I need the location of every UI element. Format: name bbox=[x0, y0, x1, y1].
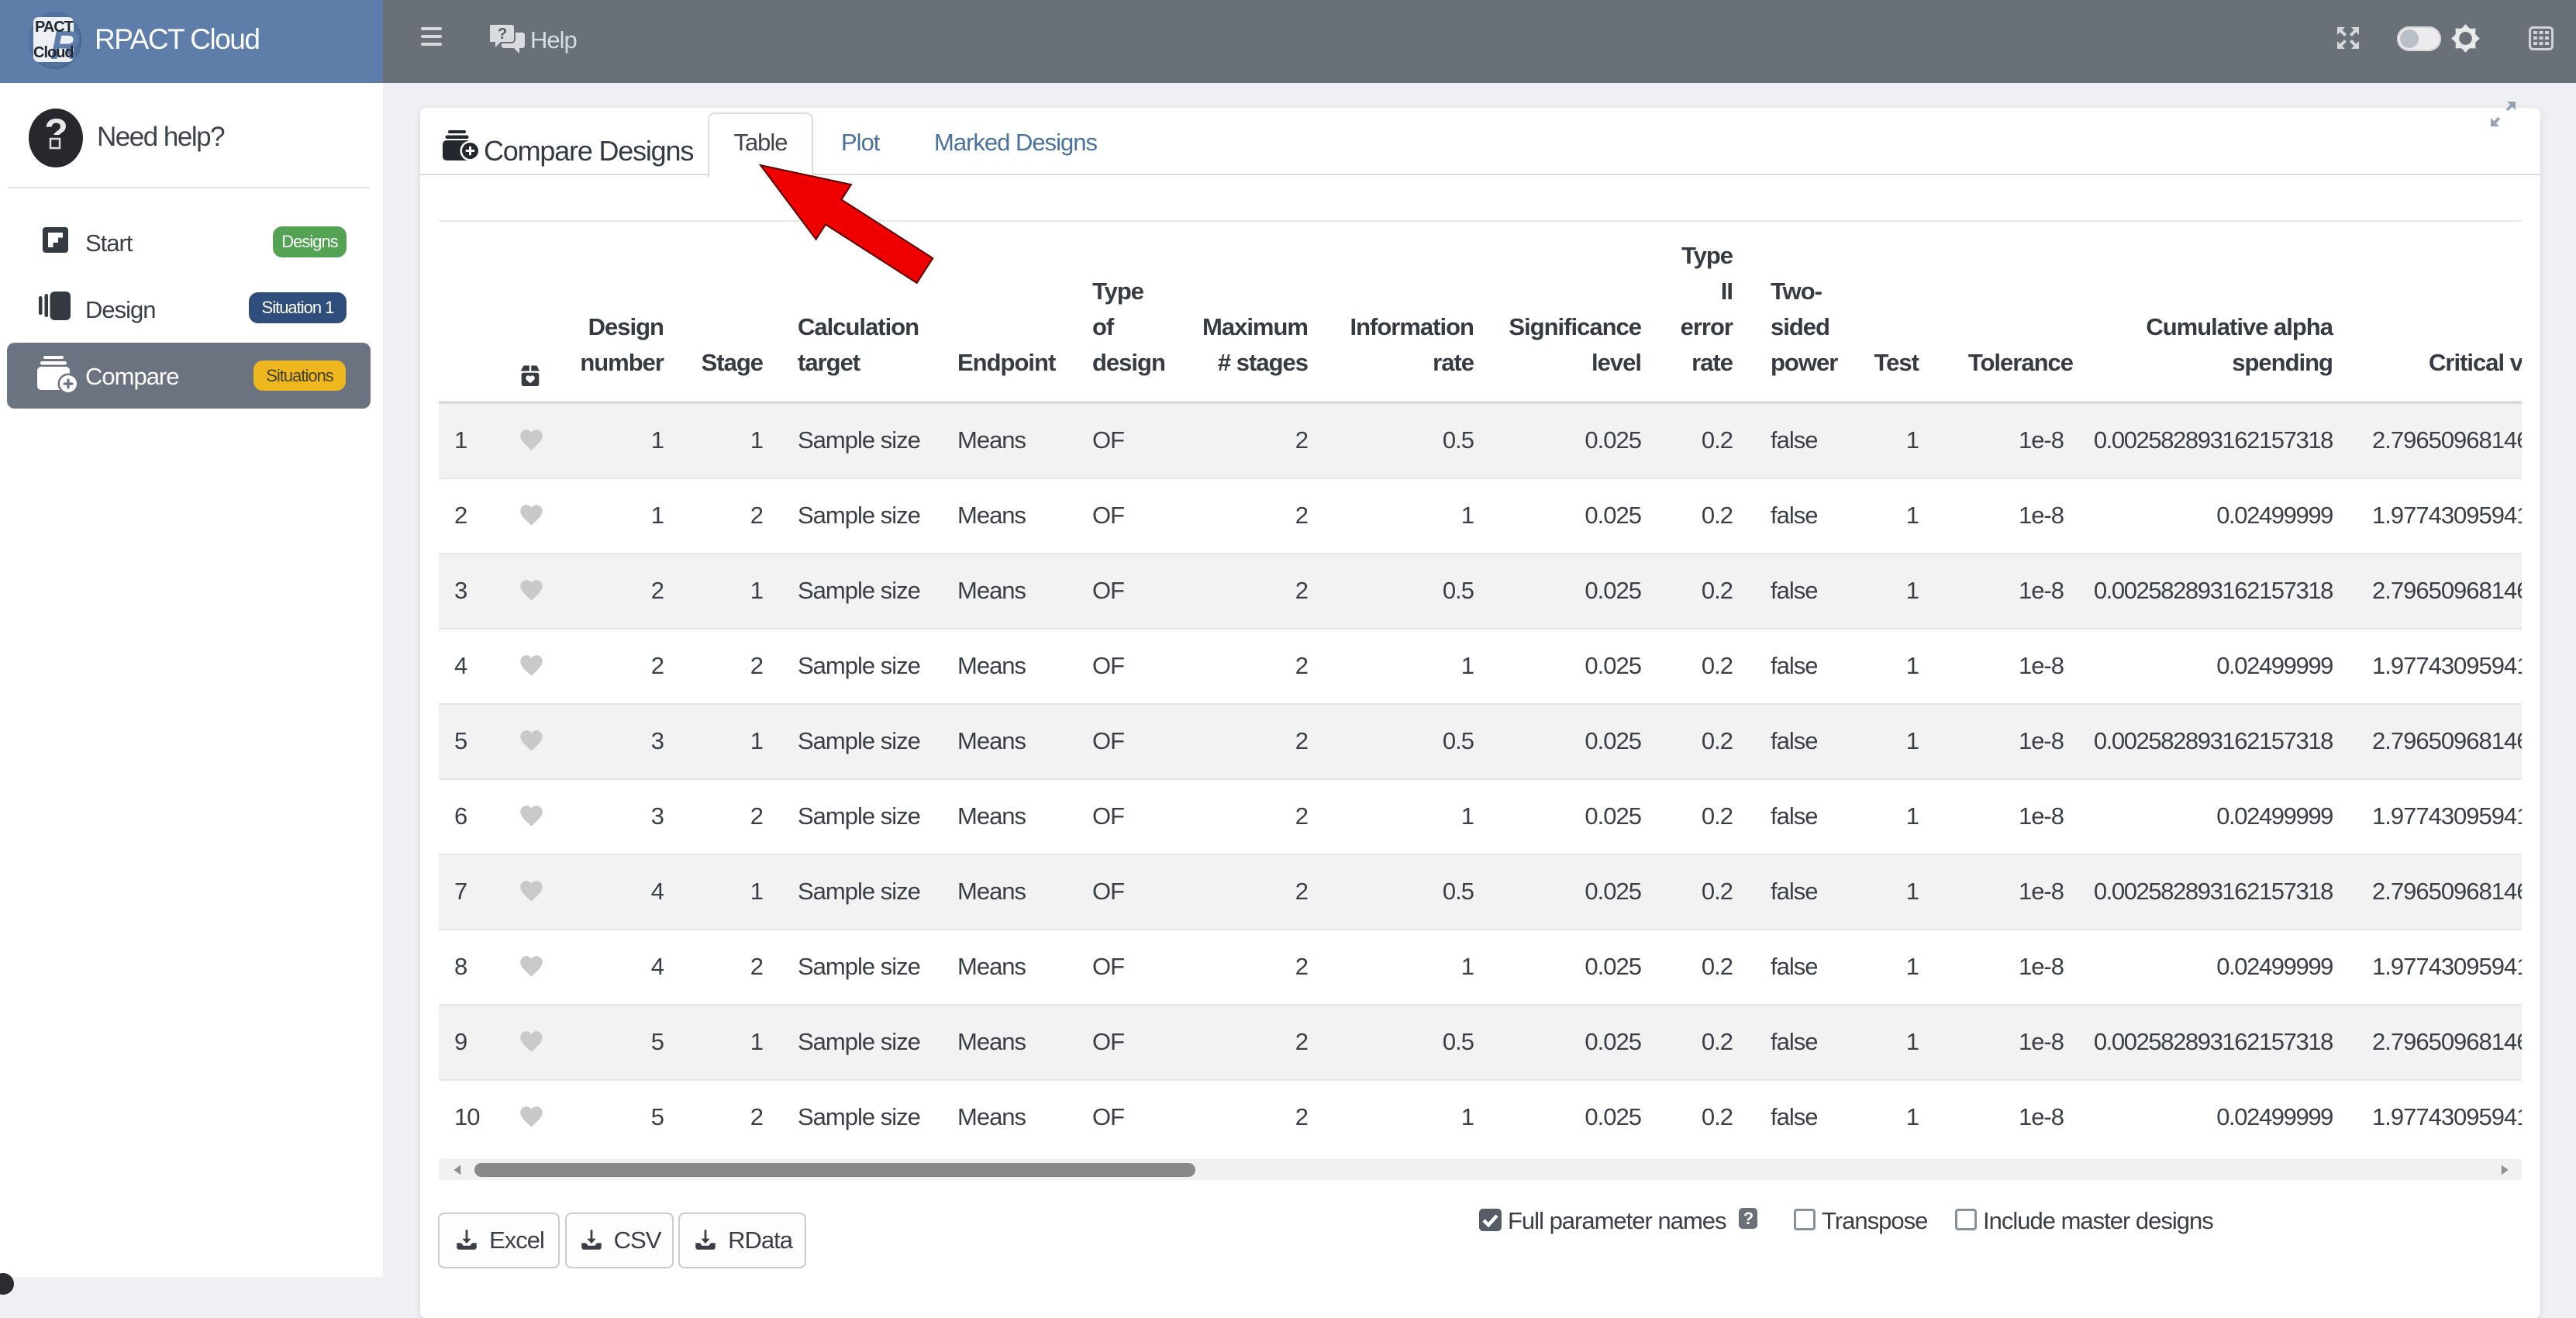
svg-text:PACT: PACT bbox=[35, 19, 74, 36]
svg-text:?: ? bbox=[498, 26, 507, 43]
svg-text:Cloud: Cloud bbox=[33, 44, 74, 61]
